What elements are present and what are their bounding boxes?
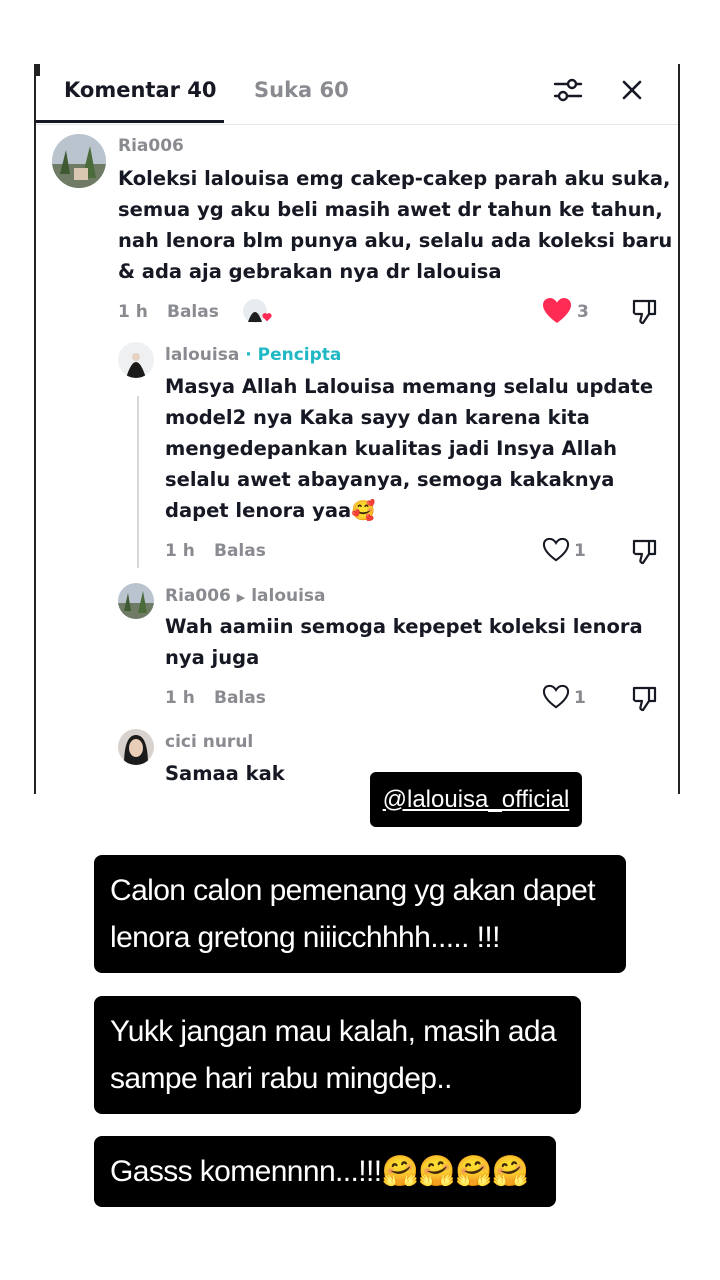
like-count: 3 — [577, 302, 589, 322]
avatar[interactable] — [118, 342, 154, 378]
story-text-3: Gasss komennnn...!!!🤗🤗🤗🤗 — [94, 1136, 556, 1207]
story-text-2: Yukk jangan mau kalah, masih ada sampe h… — [94, 996, 581, 1114]
story-text-line: lenora gretong niiicchhhh..... !!! — [110, 914, 610, 961]
story-text-line: Calon calon pemenang yg akan dapet — [110, 867, 610, 914]
heart-outline-icon[interactable] — [542, 684, 570, 710]
tab-likes[interactable]: Suka 60 — [254, 78, 349, 102]
close-icon[interactable] — [614, 72, 650, 108]
comment-text: Wah aamiin semoga kepepet koleksi lenora… — [165, 615, 643, 669]
dislike-icon[interactable] — [630, 296, 660, 326]
story-text-line: Gasss komennnn...!!!🤗🤗🤗🤗 — [110, 1148, 540, 1195]
tab-comments[interactable]: Komentar 40 — [64, 78, 217, 102]
comment-text: Koleksi lalouisa emg cakep-cakep parah a… — [118, 167, 673, 283]
comment-time: 1 h — [165, 541, 195, 561]
reply-button[interactable]: Balas — [214, 541, 266, 561]
story-text-line: Yukk jangan mau kalah, masih ada — [110, 1008, 565, 1055]
heart-outline-icon[interactable] — [542, 537, 570, 563]
thread-line — [137, 396, 139, 568]
comment-time: 1 h — [118, 302, 148, 322]
username-text[interactable]: lalouisa — [165, 345, 239, 365]
comment-username[interactable]: cici nurul — [165, 732, 253, 752]
username-text[interactable]: Ria006 — [165, 586, 231, 606]
comments-panel: Komentar 40 Suka 60 Ria006 Koleksi lalou… — [34, 64, 680, 794]
comment-username[interactable]: Ria006 ▶ lalouisa — [165, 586, 326, 606]
reply-to-user[interactable]: lalouisa — [251, 586, 325, 606]
comment-username[interactable]: lalouisa · Pencipta — [165, 345, 341, 365]
active-tab-indicator — [36, 120, 224, 123]
heart-filled-icon[interactable] — [542, 297, 572, 325]
filter-icon[interactable] — [550, 72, 586, 108]
dislike-icon[interactable] — [630, 683, 660, 713]
creator-badge: · Pencipta — [245, 345, 342, 365]
mention-sticker[interactable]: @lalouisa_official — [370, 772, 582, 827]
story-text-line: sampe hari rabu mingdep.. — [110, 1055, 565, 1102]
mention-handle[interactable]: @lalouisa_official — [383, 786, 570, 814]
like-count: 1 — [574, 688, 586, 708]
avatar[interactable] — [118, 729, 154, 765]
creator-liked-avatar-icon — [243, 299, 272, 323]
avatar[interactable] — [52, 134, 106, 188]
tab-bar: Komentar 40 Suka 60 — [36, 64, 678, 125]
story-text-1: Calon calon pemenang yg akan dapet lenor… — [94, 855, 626, 973]
reply-button[interactable]: Balas — [214, 688, 266, 708]
comment-text: Masya Allah Lalouisa memang selalu updat… — [165, 375, 654, 522]
reply-button[interactable]: Balas — [167, 302, 219, 322]
comment-time: 1 h — [165, 688, 195, 708]
comment-username[interactable]: Ria006 — [118, 136, 184, 156]
like-count: 1 — [574, 541, 586, 561]
reply-arrow-icon: ▶ — [236, 591, 246, 604]
avatar[interactable] — [118, 583, 154, 619]
dislike-icon[interactable] — [630, 536, 660, 566]
